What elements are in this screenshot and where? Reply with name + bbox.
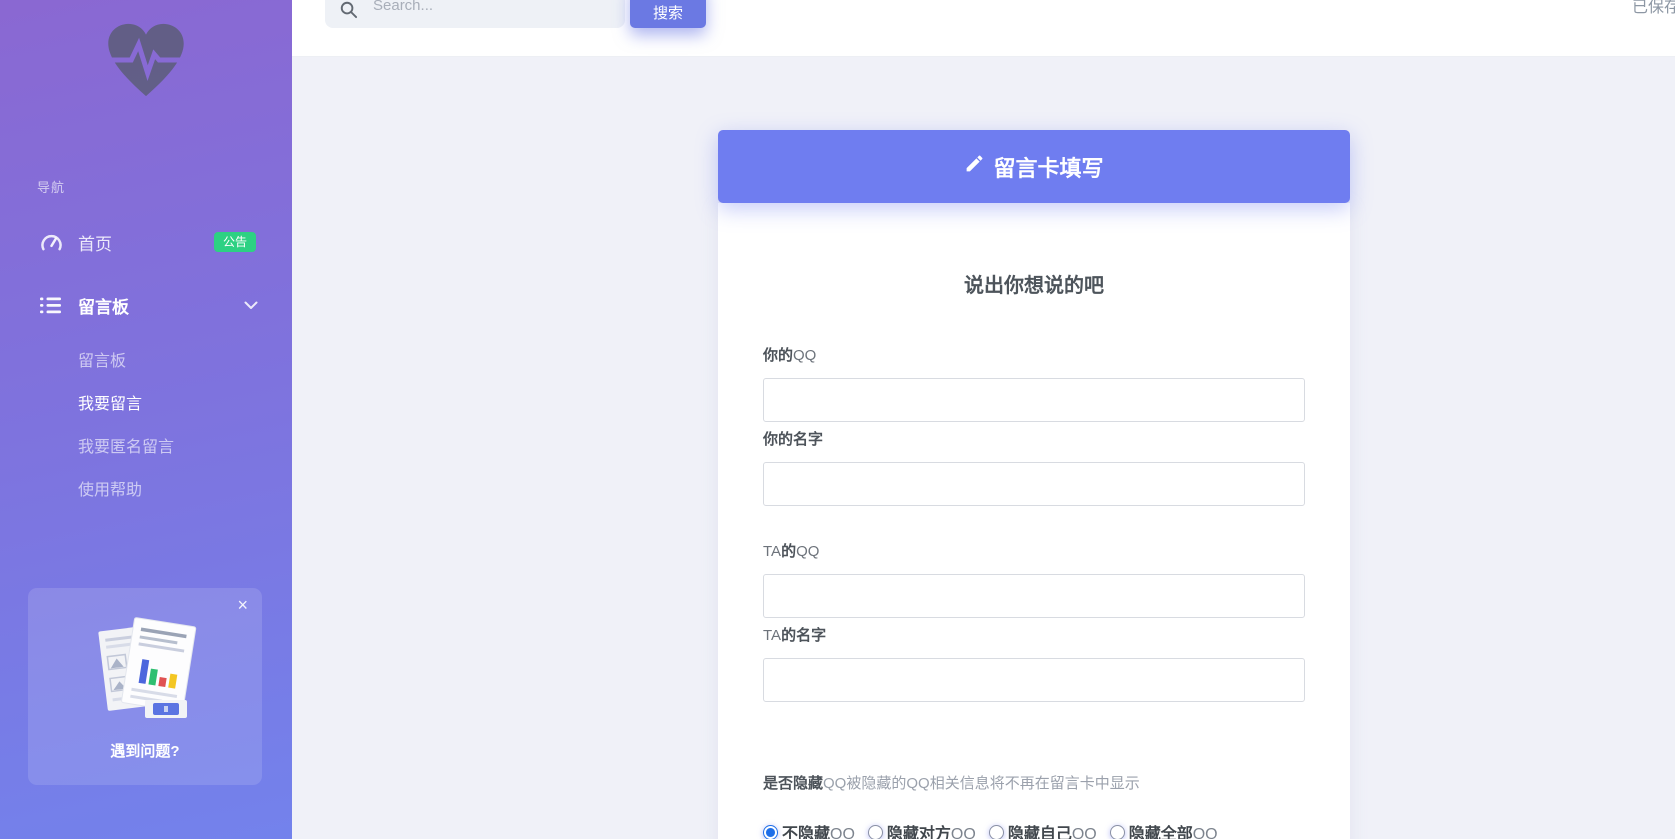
page: 导航 首页 公告 留言板 [0, 0, 1675, 839]
gauge-icon [40, 233, 64, 252]
radio-option-hide-self[interactable]: 隐藏自己QQ [989, 820, 1097, 839]
message-card-title: 留言卡填写 [993, 151, 1103, 183]
radio-option-hide-ta[interactable]: 隐藏对方QQ [868, 820, 976, 839]
help-card: × [28, 588, 262, 785]
radio-option-no-hide[interactable]: 不隐藏QQ [763, 820, 855, 839]
sidebar: 导航 首页 公告 留言板 [0, 0, 292, 839]
radio-hide-ta-label: 隐藏对方QQ [887, 820, 976, 839]
sidebar-subitem-anonymous-message[interactable]: 我要匿名留言 [78, 433, 174, 457]
radio-option-hide-all[interactable]: 隐藏全部QQ [1110, 820, 1218, 839]
hide-qq-hint: 是否隐藏QQ被隐藏的QQ相关信息将不再在留言卡中显示 [763, 772, 1305, 793]
sidebar-item-message-board[interactable]: 留言板 [0, 285, 292, 325]
logo [0, 22, 292, 103]
list-icon [40, 297, 64, 314]
announcement-badge: 公告 [214, 232, 256, 252]
ta-name-label: TA的名字 [763, 624, 1305, 645]
nav-section-label: 导航 [37, 177, 65, 196]
chevron-down-icon [244, 301, 258, 310]
message-form: 你的QQ 你的名字 TA的QQ TA的名字 是否隐藏QQ被隐藏的QQ相关信息将不… [763, 344, 1305, 839]
radio-hide-all[interactable] [1110, 825, 1125, 839]
radio-hide-self[interactable] [989, 825, 1004, 839]
pencil-icon [964, 153, 985, 180]
radio-no-hide[interactable] [763, 825, 778, 839]
ta-qq-label: TA的QQ [763, 540, 1305, 561]
ta-name-input[interactable] [763, 658, 1305, 702]
main-content: 留言卡填写 说出你想说的吧 你的QQ 你的名字 TA的QQ TA的名字 是否隐藏… [292, 57, 1675, 839]
search-input[interactable] [325, 0, 625, 28]
radio-hide-ta[interactable] [868, 825, 883, 839]
your-qq-label: 你的QQ [763, 344, 1305, 365]
sidebar-item-message-board-label: 留言板 [78, 293, 129, 318]
help-card-title: 遇到问题? [28, 740, 262, 761]
your-info-group: 你的QQ 你的名字 [763, 344, 1305, 506]
sidebar-subitem-leave-message[interactable]: 我要留言 [78, 390, 142, 414]
saved-status: 已保存 [1632, 0, 1675, 17]
heart-pulse-icon [105, 85, 187, 102]
hide-qq-radio-group: 不隐藏QQ 隐藏对方QQ 隐藏自己QQ 隐藏全部QQ [763, 820, 1305, 839]
sidebar-item-home-label: 首页 [78, 230, 112, 255]
search-button[interactable]: 搜索 [630, 0, 706, 28]
radio-hide-self-label: 隐藏自己QQ [1008, 820, 1097, 839]
form-heading: 说出你想说的吧 [763, 203, 1305, 298]
radio-hide-all-label: 隐藏全部QQ [1129, 820, 1218, 839]
your-qq-input[interactable] [763, 378, 1305, 422]
message-card-header: 留言卡填写 [718, 130, 1350, 203]
ta-info-group: TA的QQ TA的名字 [763, 540, 1305, 702]
your-name-label: 你的名字 [763, 428, 1305, 449]
topbar: 搜索 已保存 [292, 0, 1675, 57]
radio-no-hide-label: 不隐藏QQ [782, 820, 855, 839]
message-card-body: 说出你想说的吧 你的QQ 你的名字 TA的QQ TA的名字 是否隐藏QQ被隐藏的… [718, 203, 1350, 839]
documents-chart-illustration [85, 614, 205, 731]
ta-qq-input[interactable] [763, 574, 1305, 618]
sidebar-subitem-message-board[interactable]: 留言板 [78, 347, 126, 371]
sidebar-subitem-help[interactable]: 使用帮助 [78, 476, 142, 500]
sidebar-item-home[interactable]: 首页 公告 [0, 222, 292, 262]
your-name-input[interactable] [763, 462, 1305, 506]
close-icon[interactable]: × [237, 596, 248, 614]
